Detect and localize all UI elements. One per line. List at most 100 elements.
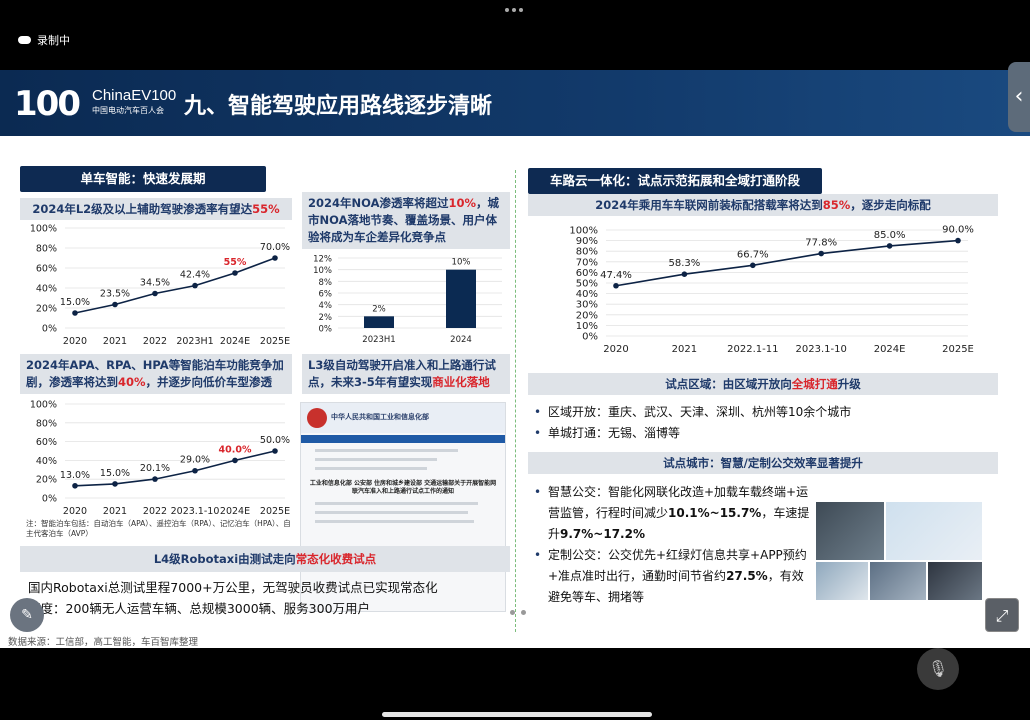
data-label: 15.0% <box>100 468 130 479</box>
x-tick-label: 2023H1 <box>176 336 213 346</box>
y-tick-label: 0% <box>319 325 333 335</box>
data-point <box>272 255 278 261</box>
data-label: 90.0% <box>942 225 974 236</box>
y-tick-label: 60% <box>36 437 57 448</box>
logo-mark: 100 <box>14 84 81 124</box>
data-label: 70.0% <box>260 242 290 253</box>
x-tick-label: 2024E <box>220 506 250 517</box>
bus-photos <box>816 502 982 600</box>
data-point <box>112 301 118 308</box>
slide-title: 九、智能驾驶应用路线逐步清晰 <box>184 94 493 119</box>
logo-sub: 中国电动汽车百人会 <box>92 106 164 115</box>
l2-penetration-chart: 0% 20% 40% 60% 80% 100% 15.0% 2020 23.5% 2021 34.5… <box>30 224 290 347</box>
slide-header: 100 ChinaEV100 中国电动汽车百人会 九、智能驾驶应用路线逐步清晰 <box>0 70 1030 136</box>
data-point <box>192 282 198 289</box>
y-tick-label: 10% <box>576 321 598 332</box>
l4-text: 国内Robotaxi总测试里程7000+万公里，无驾驶员收费试点已实现常态化 百… <box>28 580 438 616</box>
x-tick-label: 2021 <box>103 336 127 346</box>
y-tick-label: 6% <box>319 290 333 300</box>
y-tick-label: 100% <box>30 224 57 235</box>
data-label: 2% <box>372 304 386 314</box>
y-tick-label: 0% <box>582 332 598 343</box>
noa-chart-title: 2024年NOA渗透率将超过10%，城市NOA落地节奏、覆盖场景、用户体验将成为… <box>302 192 510 249</box>
data-point <box>750 262 756 269</box>
doc-heading: 工业和信息化部 公安部 住房和城乡建设部 交通运输部关于开展智能网联汽车准入和上… <box>309 480 497 495</box>
doc-site-title: 中华人民共和国工业和信息化部 <box>331 413 429 421</box>
more-dots-icon[interactable] <box>505 8 523 12</box>
y-tick-label: 80% <box>36 244 57 255</box>
y-tick-label: 8% <box>319 278 333 288</box>
edit-icon[interactable]: ✎ <box>10 598 44 632</box>
screen: 录制中 100 ChinaEV100 中国电动汽车百人会 九、智能驾驶应用路线逐… <box>0 0 1030 720</box>
apa-chart-title: 2024年APA、RPA、HPA等智能泊车功能竞争加剧，渗透率将达到40%，并逐… <box>20 354 292 394</box>
bus-stop-photo <box>870 562 926 600</box>
y-tick-label: 70% <box>576 257 598 268</box>
data-label: 23.5% <box>100 289 130 300</box>
x-tick-label: 2022.1-11 <box>727 344 778 355</box>
noa-penetration-chart: 0%2%4%6%8%10%12%2%2023H110%2024 <box>313 255 502 345</box>
pilot-area-title: 试点区域：由区域开放向全城打通升级 <box>528 373 998 395</box>
y-tick-label: 80% <box>576 247 598 258</box>
data-point <box>613 282 619 289</box>
l3-title: L3级自动驾驶开启准入和上路通行试点，未来3-5年有望实现商业化落地 <box>302 354 510 394</box>
x-tick-label: 2025E <box>942 344 974 355</box>
y-tick-label: 0% <box>42 324 57 335</box>
bottom-bar <box>0 648 1030 720</box>
data-label: 34.5% <box>140 278 170 289</box>
bar <box>446 269 476 328</box>
y-tick-label: 30% <box>576 300 598 311</box>
x-tick-label: 2024 <box>450 335 472 345</box>
apa-note: 注：智能泊车包括：自动泊车（APA）、遥控泊车（RPA）、记忆泊车（HPA）、自… <box>26 519 291 538</box>
pilot-city-title: 试点城市：智慧/定制公交效率显著提升 <box>528 452 998 474</box>
x-tick-label: 2024E <box>220 336 250 346</box>
list-item: 智慧公交：智能化网联化改造+加载车载终端+运营监管，行程时间减少10.1%~15… <box>534 482 812 545</box>
apa-penetration-chart: 0% 20% 40% 60% 80% 100% 13.0% 2020 15.0% 2021 20.1… <box>30 400 290 518</box>
v2x-adoption-chart: 0%10%20%30%40%50%60%70%80%90%100% 47.4% 20… <box>569 225 974 355</box>
data-label: 47.4% <box>600 270 632 281</box>
station-photo <box>928 562 982 600</box>
y-tick-label: 40% <box>36 284 57 295</box>
data-label: 77.8% <box>805 238 837 249</box>
emblem-icon <box>307 408 327 428</box>
map-photo <box>886 502 982 560</box>
data-label: 42.4% <box>180 270 210 281</box>
l2-chart-title: 2024年L2级及以上辅助驾驶渗透率有望达55% <box>20 198 292 220</box>
pilot-area-list: 区域开放：重庆、武汉、天津、深圳、杭州等10余个城市 单城打通：无锡、淄博等 <box>534 402 994 444</box>
chevron-left-icon[interactable]: ‹ <box>1008 62 1030 132</box>
cloud-icon <box>18 36 31 44</box>
y-tick-label: 60% <box>36 264 57 275</box>
logo: ChinaEV100 中国电动汽车百人会 <box>92 87 176 116</box>
bar <box>364 316 394 328</box>
x-tick-label: 2020 <box>63 506 87 517</box>
list-item: 定制公交：公交优先+红绿灯信息共享+APP预约+准点准时出行，通勤时间节省约27… <box>534 545 812 608</box>
data-label: 58.3% <box>669 258 701 269</box>
data-point <box>152 476 158 482</box>
data-point <box>232 457 238 464</box>
x-tick-label: 2020 <box>63 336 87 346</box>
y-tick-label: 100% <box>569 226 598 237</box>
data-point <box>72 310 78 316</box>
data-point <box>192 467 198 474</box>
y-tick-label: 4% <box>319 301 333 311</box>
l4-title: L4级Robotaxi由测试走向常态化收费试点 <box>20 546 510 572</box>
data-point <box>818 250 824 257</box>
section-pill-single-vehicle: 单车智能：快速发展期 <box>20 166 266 192</box>
y-tick-label: 10% <box>313 266 332 276</box>
y-tick-label: 40% <box>576 289 598 300</box>
divider <box>515 170 516 632</box>
x-tick-label: 2023.1-10 <box>171 506 220 517</box>
data-point <box>955 237 961 244</box>
mic-off-icon[interactable]: 🎙 <box>917 648 959 690</box>
x-tick-label: 2025E <box>260 336 290 346</box>
recording-indicator: 录制中 <box>18 32 70 48</box>
v2x-chart-title: 2024年乘用车车联网前装标配搭载率将达到85%，逐步走向标配 <box>528 194 998 216</box>
x-tick-label: 2023.1-10 <box>796 344 847 355</box>
data-point <box>152 290 158 297</box>
home-indicator[interactable] <box>382 712 652 717</box>
y-tick-label: 50% <box>576 279 598 290</box>
expand-icon[interactable]: ⤢ <box>985 598 1019 632</box>
data-label: 10% <box>452 258 471 268</box>
section-pill-v2x: 车路云一体化：试点示范拓展和全域打通阶段 <box>528 168 822 194</box>
page-dots <box>510 610 526 615</box>
logo-name: ChinaEV100 <box>92 87 177 104</box>
